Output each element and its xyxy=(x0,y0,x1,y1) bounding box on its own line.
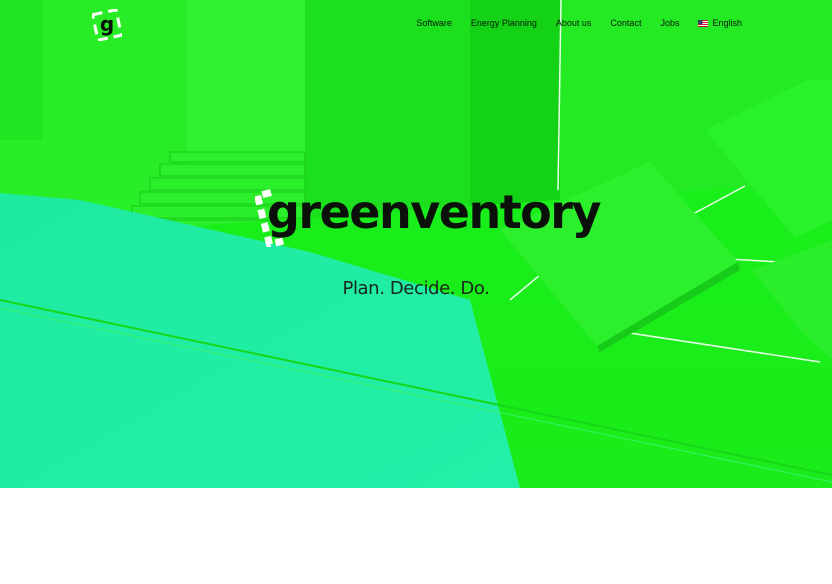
content-section xyxy=(0,488,832,584)
page: g Software Energy Planning About us Cont… xyxy=(0,0,832,584)
logo-letter: g xyxy=(100,12,114,36)
hero-section: g Software Energy Planning About us Cont… xyxy=(0,0,832,488)
hero-tagline: Plan. Decide. Do. xyxy=(342,278,490,299)
brand-wordmark: greenventory xyxy=(255,181,601,247)
brand-name: greenventory xyxy=(267,185,601,239)
main-navigation: Software Energy Planning About us Contac… xyxy=(416,18,742,28)
hero-background-image xyxy=(0,0,832,488)
nav-item-jobs[interactable]: Jobs xyxy=(660,18,679,28)
language-label: English xyxy=(712,18,742,28)
nav-item-software[interactable]: Software xyxy=(416,18,452,28)
nav-item-energy-planning[interactable]: Energy Planning xyxy=(471,18,537,28)
language-switcher[interactable]: English xyxy=(698,18,742,28)
us-flag-icon xyxy=(698,19,709,27)
nav-item-about-us[interactable]: About us xyxy=(556,18,592,28)
nav-item-contact[interactable]: Contact xyxy=(610,18,641,28)
site-logo-icon[interactable]: g xyxy=(92,9,122,41)
